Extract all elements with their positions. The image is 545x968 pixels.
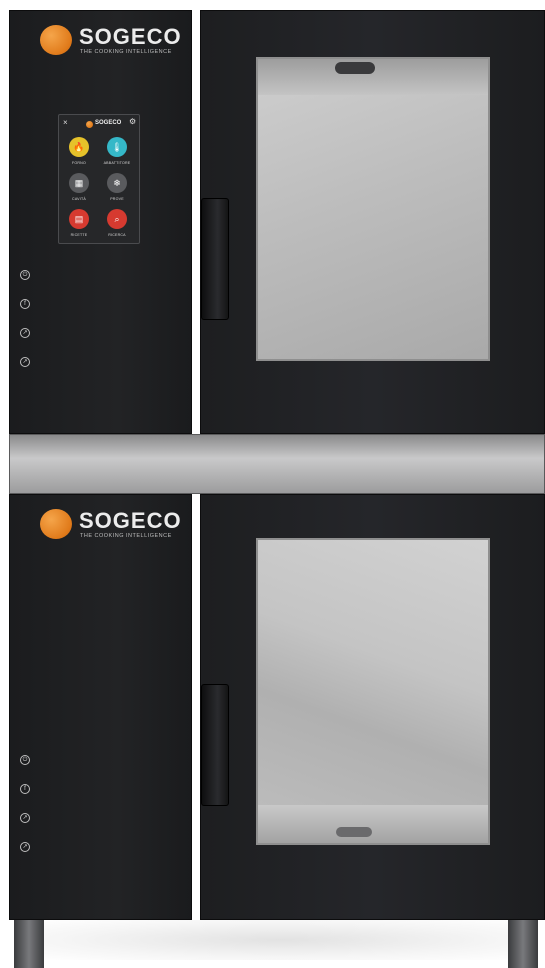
app-cavita-label: CAVITÀ [72, 197, 86, 201]
app-ricette-label: RICETTE [70, 233, 88, 237]
close-icon[interactable]: × [63, 118, 68, 127]
lower-fan-vent [336, 827, 372, 837]
lower-door-handle[interactable] [201, 684, 229, 806]
upper-door-window [256, 57, 490, 361]
app-prove-label: PROVE [110, 197, 124, 201]
upper-fan-vent [335, 62, 375, 74]
app-abbattitore-button[interactable]: 🌡 [107, 137, 127, 157]
right-front-leg [508, 920, 538, 968]
screen-brand-name: SOGECO [95, 120, 122, 126]
upper-door-handle[interactable] [201, 198, 229, 320]
touchscreen-display[interactable]: × SOGECO ⚙ 🔥 FORNO 🌡 ABBATTITORE ▦ CAVIT… [58, 114, 140, 244]
app-forno-button[interactable]: 🔥 [69, 137, 89, 157]
lower-light-icon[interactable]: ↗ [20, 842, 30, 852]
app-prove-button[interactable]: ❄ [107, 173, 127, 193]
app-cavita-button[interactable]: ▦ [69, 173, 89, 193]
upper-power-icon[interactable]: ⏻ [20, 270, 30, 280]
upper-light-icon[interactable]: ↗ [20, 357, 30, 367]
lower-control-panel [9, 494, 192, 920]
app-ricerca-label: RICERCA [108, 233, 126, 237]
settings-icon[interactable]: ⚙ [129, 117, 136, 126]
lower-power-icon[interactable]: ⏻ [20, 755, 30, 765]
lower-temp-icon[interactable]: ↗ [20, 813, 30, 823]
left-front-leg [14, 920, 44, 968]
app-ricerca-button[interactable]: ⌕ [107, 209, 127, 229]
lower-cavity-bottom-rim [258, 805, 488, 843]
brand-tagline: THE COOKING INTELLIGENCE [80, 49, 172, 55]
lower-brand-logo-icon [40, 509, 72, 539]
lower-fan-icon[interactable]: f [20, 784, 30, 794]
lower-door-window [256, 538, 490, 845]
app-ricette-button[interactable]: ▤ [69, 209, 89, 229]
lower-brand-name: SOGECO [79, 508, 182, 533]
app-abbattitore-label: ABBATTITORE [103, 161, 131, 165]
app-forno-label: FORNO [72, 161, 86, 165]
brand-name: SOGECO [79, 24, 182, 49]
floor-shadow [30, 920, 530, 960]
stacking-spacer [9, 434, 545, 494]
brand-logo-icon [40, 25, 72, 55]
screen-logo-icon [86, 121, 93, 128]
lower-brand-tagline: THE COOKING INTELLIGENCE [80, 533, 172, 539]
upper-temp-icon[interactable]: ↗ [20, 328, 30, 338]
upper-fan-icon[interactable]: f [20, 299, 30, 309]
